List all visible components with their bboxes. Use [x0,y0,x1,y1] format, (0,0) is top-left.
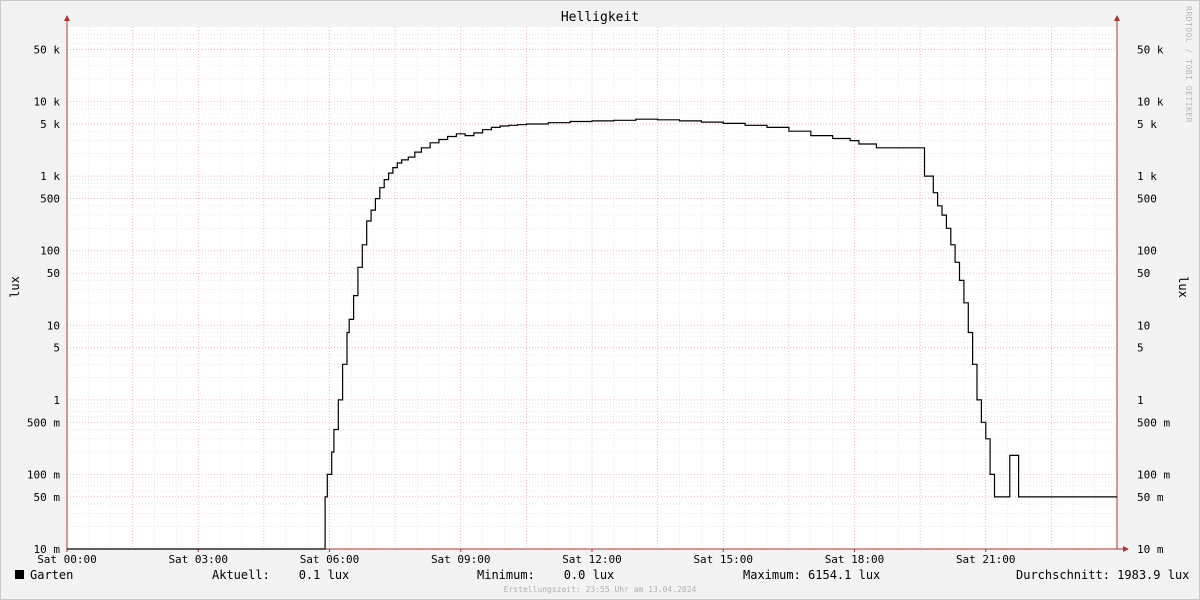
x-axis-arrow [1123,546,1129,552]
y-axis-left-arrow [64,15,70,21]
x-tick-label: Sat 03:00 [168,553,228,566]
x-tick-label: Sat 09:00 [431,553,491,566]
y-tick-label-right: 100 [1137,245,1157,258]
y-tick-label-right: 500 [1137,193,1157,206]
y-tick-label-left: 1 [53,394,60,407]
y-tick-label-right: 10 k [1137,96,1164,109]
y-tick-label-left: 50 [47,267,60,280]
y-tick-label-left: 50 m [34,491,61,504]
y-tick-label-left: 100 [40,245,60,258]
legend-series-name: Garten [30,568,74,582]
footer-timestamp: Erstellungszeit: 23:55 Uhr am 13.04.2024 [503,585,697,594]
y-tick-label-left: 10 k [34,96,61,109]
y-tick-label-right: 50 m [1137,491,1164,504]
legend-swatch [15,570,24,579]
x-tick-label: Sat 00:00 [37,553,97,566]
y-tick-label-left: 500 m [27,416,60,429]
legend-durchschnitt: Durchschnitt: 1983.9 lux [1016,568,1190,582]
y-tick-label-left: 5 k [40,118,60,131]
y-tick-label-left: 50 k [34,43,61,56]
legend-maximum: Maximum: 6154.1 lux [743,568,881,582]
x-tick-label: Sat 18:00 [825,553,885,566]
x-tick-label: Sat 12:00 [562,553,622,566]
y-tick-label-left: 500 [40,193,60,206]
y-tick-label-right: 10 [1137,319,1150,332]
y-tick-label-right: 100 m [1137,468,1170,481]
x-tick-label: Sat 21:00 [956,553,1016,566]
legend-aktuell: Aktuell: 0.1 lux [212,568,350,582]
x-tick-label: Sat 06:00 [300,553,360,566]
y-tick-label-right: 10 m [1137,543,1164,556]
y-tick-label-right: 50 [1137,267,1150,280]
y-tick-label-right: 1 k [1137,170,1157,183]
y-axis-right-arrow [1114,15,1120,21]
y-tick-label-left: 1 k [40,170,60,183]
y-tick-label-left: 100 m [27,468,60,481]
y-tick-label-right: 1 [1137,394,1144,407]
y-tick-label-right: 5 k [1137,118,1157,131]
y-tick-label-right: 5 [1137,342,1144,355]
y-tick-label-right: 50 k [1137,43,1164,56]
legend-minimum: Minimum: 0.0 lux [477,568,615,582]
chart-svg: 10 m 10 m50 m 50 m100 m 100 m500 m 500 m1 15 5… [27,15,1170,566]
y-tick-label-left: 10 [47,319,60,332]
x-tick-label: Sat 15:00 [693,553,753,566]
y-tick-label-left: 5 [53,342,60,355]
y-tick-label-right: 500 m [1137,416,1170,429]
